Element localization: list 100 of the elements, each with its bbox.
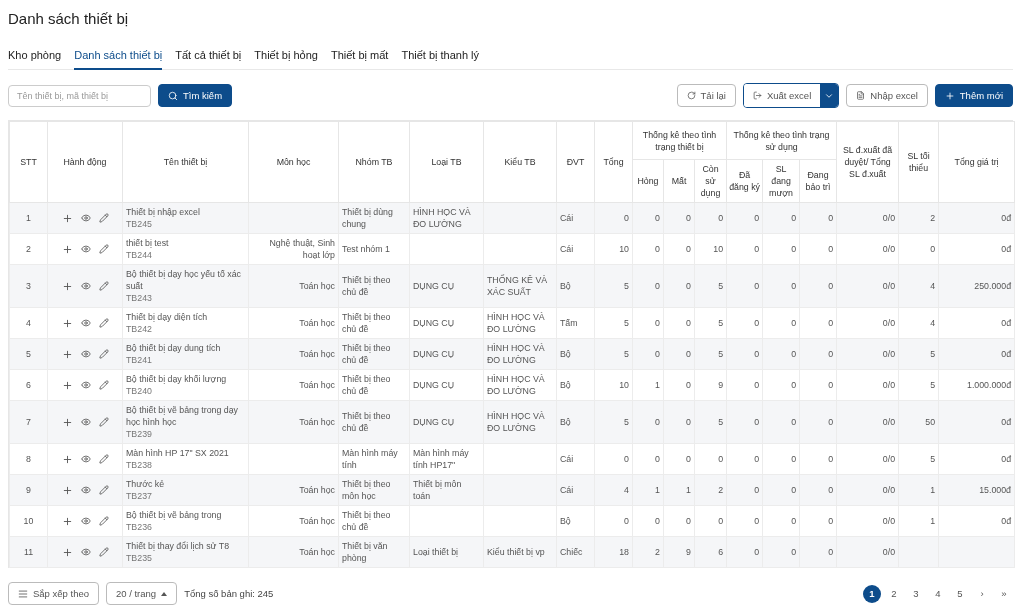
column-header: Tổng giá trị	[938, 121, 1015, 203]
view-icon[interactable]	[80, 516, 91, 526]
table-cell: 0/0	[882, 417, 896, 427]
search-field[interactable]: Tên thiết bị, mã thiết bị	[8, 84, 151, 107]
column-header: Đã đăng ký	[726, 159, 763, 203]
table-cell: 1	[686, 485, 691, 495]
device-code: TB239	[126, 428, 153, 440]
reload-button[interactable]: Tải lại	[676, 84, 736, 107]
view-icon[interactable]	[80, 454, 91, 464]
view-icon[interactable]	[80, 244, 91, 254]
view-icon[interactable]	[80, 349, 91, 359]
column-group-header: Thống kê theo tình trạng sử dụng	[726, 121, 837, 160]
edit-icon[interactable]	[98, 281, 109, 291]
page-link[interactable]: »	[995, 584, 1013, 603]
table-cell: 0/0	[882, 547, 896, 557]
dropdown-button[interactable]	[820, 84, 839, 107]
tab[interactable]: Tất cả thiết bị	[175, 45, 242, 70]
edit-icon[interactable]	[98, 318, 109, 328]
table-cell: 5	[718, 318, 724, 328]
view-icon[interactable]	[80, 547, 91, 557]
table-cell: 0/0	[882, 485, 896, 495]
table-cell: 0/0	[882, 516, 896, 526]
device-name: Thiết bị nhập excel	[126, 206, 201, 218]
page-link[interactable]: ›	[973, 584, 991, 603]
page-link[interactable]: 1	[863, 584, 881, 603]
page-link[interactable]: 3	[907, 584, 925, 603]
table-cell: HÌNH HỌC VÀ ĐO LƯỜNG	[487, 343, 545, 365]
table-cell: 15.000đ	[979, 485, 1012, 495]
device-name: Thiết bị dạy diện tích	[126, 311, 209, 323]
add-button[interactable]: Thêm mới	[934, 84, 1013, 107]
table-cell: 0	[791, 349, 797, 359]
device-code: TB241	[126, 354, 153, 366]
edit-icon[interactable]	[98, 547, 109, 557]
table-cell: 0	[791, 516, 797, 526]
tab[interactable]: Thiết bị mất	[330, 45, 389, 70]
table-cell: 1	[930, 516, 936, 526]
import-button[interactable]: Nhập excel	[846, 84, 928, 107]
device-name: Bộ thiết bị dạy khối lượng	[126, 373, 228, 385]
add-icon[interactable]	[61, 280, 73, 292]
tab[interactable]: Thiết bị thanh lý	[401, 45, 480, 70]
table-cell: 2	[930, 213, 936, 223]
edit-icon[interactable]	[98, 213, 109, 223]
table-cell: 0	[686, 454, 691, 464]
add-icon[interactable]	[61, 348, 73, 360]
table-cell: Màn hình máy tính	[342, 448, 398, 470]
tab[interactable]: Kho phòng	[8, 45, 62, 70]
table-cell: THỐNG KÊ VÀ XÁC SUẤT	[487, 275, 548, 297]
column-header: Hành động	[47, 121, 123, 203]
add-icon[interactable]	[61, 484, 73, 496]
edit-icon[interactable]	[98, 485, 109, 495]
add-icon[interactable]	[61, 243, 73, 255]
table-cell: 0	[828, 454, 834, 464]
edit-icon[interactable]	[98, 417, 109, 427]
device-name: Bộ thiết bị dạy học yếu tố xác suất	[126, 268, 242, 292]
column-header: Đang bảo trì	[799, 159, 837, 203]
column-header: Môn học	[248, 121, 339, 203]
add-icon[interactable]	[61, 416, 73, 428]
table-cell: Bộ	[560, 380, 571, 390]
view-icon[interactable]	[80, 380, 91, 390]
view-icon[interactable]	[80, 213, 91, 223]
page-link[interactable]: 4	[929, 584, 947, 603]
table-cell: 5	[624, 349, 629, 359]
page-size-select[interactable]: 20 / trang	[106, 582, 178, 605]
add-icon[interactable]	[61, 317, 73, 329]
page-link[interactable]: 5	[951, 584, 969, 603]
edit-icon[interactable]	[98, 244, 109, 254]
table-cell: 4	[624, 485, 629, 495]
edit-icon[interactable]	[98, 349, 109, 359]
table-cell: 0/0	[882, 380, 896, 390]
edit-icon[interactable]	[98, 516, 109, 526]
edit-icon[interactable]	[98, 380, 109, 390]
table-cell: Toán học	[299, 281, 335, 291]
view-icon[interactable]	[80, 318, 91, 328]
view-icon[interactable]	[80, 485, 91, 495]
sort-button[interactable]: Sắp xếp theo	[8, 582, 99, 605]
table-cell: Bộ	[560, 281, 571, 291]
table-cell: Kiểu thiết bị vp	[487, 547, 545, 557]
table-cell: 0	[655, 454, 660, 464]
edit-icon[interactable]	[98, 454, 109, 464]
add-icon[interactable]	[61, 212, 73, 224]
table-cell: 0	[791, 380, 797, 390]
table-cell: Thiết bị văn phòng	[342, 541, 388, 563]
page-link[interactable]: 2	[885, 584, 903, 603]
tab[interactable]: Danh sách thiết bị	[74, 45, 163, 70]
table-cell: 6	[718, 547, 724, 557]
table-cell: Thiết bị theo chủ đề	[342, 510, 391, 532]
view-icon[interactable]	[80, 417, 91, 427]
tab[interactable]: Thiết bị hỏng	[254, 45, 318, 70]
add-icon[interactable]	[61, 379, 73, 391]
table-cell: 250.000đ	[974, 281, 1012, 291]
view-icon[interactable]	[80, 281, 91, 291]
add-icon[interactable]	[61, 546, 73, 558]
add-icon[interactable]	[61, 515, 73, 527]
column-header: SL đang mượn	[762, 159, 800, 203]
table-cell: 1	[930, 485, 936, 495]
table-cell: 0	[828, 244, 834, 254]
search-button[interactable]: Tìm kiếm	[158, 84, 233, 107]
add-icon[interactable]	[61, 453, 73, 465]
device-code: TB235	[126, 552, 153, 564]
table-cell: 7	[26, 417, 31, 427]
